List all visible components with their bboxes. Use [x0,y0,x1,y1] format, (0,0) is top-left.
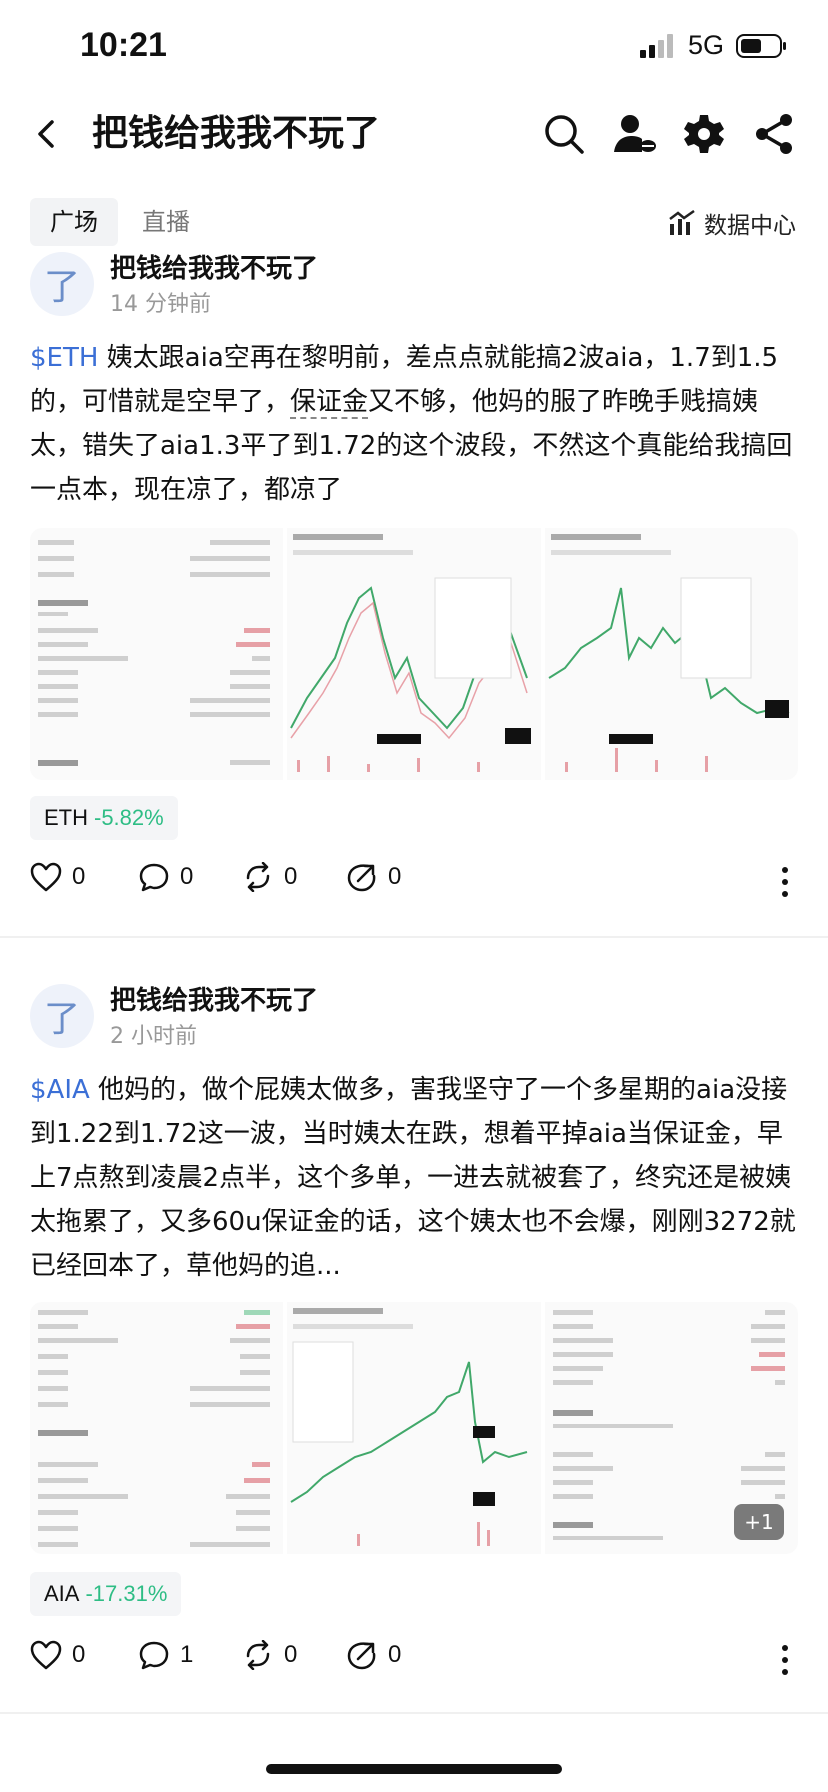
data-center-link[interactable]: 数据中心 [668,206,796,240]
forward-icon [347,864,376,892]
back-arrow-icon[interactable] [26,114,66,154]
coin-chip[interactable]: AIA -17.31% [30,1572,182,1616]
screenshot-image[interactable] [544,528,798,780]
post-time: 14 分钟前 [110,292,211,317]
coin-symbol: ETH [44,805,88,830]
home-indicator [266,1764,562,1774]
forward-icon [347,1642,376,1670]
screenshot-image[interactable] [30,1302,284,1554]
comment-icon [139,863,169,892]
coin-change: -17.31% [85,1581,168,1606]
repost-icon [246,1640,270,1670]
more-icon[interactable] [770,862,800,902]
post-text[interactable]: $ETH 姨太跟aia空再在黎明前，差点点就能搞2波aia，1.7到1.5的，可… [30,336,800,512]
search-icon[interactable] [542,112,586,156]
coin-tag[interactable]: $ETH [30,343,98,373]
tab-square[interactable]: 广场 [30,198,118,246]
comment-button[interactable]: 1 [138,1640,193,1670]
coin-change: -5.82% [94,805,164,830]
avatar[interactable]: 了 [30,252,94,316]
gear-icon[interactable] [682,112,726,156]
more-images-badge[interactable]: +1 [733,1504,784,1540]
post-divider [0,936,828,938]
image-gallery[interactable]: +1 [30,1302,798,1554]
coin-tag[interactable]: $AIA [30,1075,90,1105]
repost-count: 0 [284,863,298,890]
forward-count: 0 [388,1641,402,1668]
repost-button[interactable]: 0 [242,862,297,892]
tab-live[interactable]: 直播 [142,198,212,246]
repost-icon [246,862,270,892]
forward-count: 0 [388,863,402,890]
screenshot-image[interactable] [287,528,541,780]
forward-button[interactable]: 0 [346,862,401,892]
repost-button[interactable]: 0 [242,1640,297,1670]
repost-count: 0 [284,1641,298,1668]
network-label: 5G [687,30,724,60]
like-button[interactable]: 0 [30,862,85,892]
post-text[interactable]: $AIA 他妈的，做个屁姨太做多，害我坚守了一个多星期的aia没接到1.22到1… [30,1068,800,1288]
like-count: 0 [72,1641,86,1668]
status-time: 10:21 [80,26,167,64]
comment-icon [139,1641,169,1670]
post-actions: 0 0 0 0 [30,862,800,902]
screenshot-image[interactable] [287,1302,541,1554]
data-center-label: 数据中心 [704,213,796,239]
image-gallery[interactable] [30,528,798,780]
comment-button[interactable]: 0 [138,862,193,892]
glossary-term[interactable]: 保证金 [290,387,369,419]
like-button[interactable]: 0 [30,1640,85,1670]
top-nav-bar: 把钱给我我不玩了 [0,96,828,172]
page-title: 把钱给我我不玩了 [92,113,381,154]
more-icon[interactable] [770,1640,800,1680]
author-name[interactable]: 把钱给我我不玩了 [110,980,318,1017]
coin-symbol: AIA [44,1581,80,1606]
forward-button[interactable]: 0 [346,1640,401,1670]
post-text-part: 他妈的，做个屁姨太做多，害我坚守了一个多星期的aia没接到1.22到1.72这一… [30,1075,796,1281]
comment-count: 0 [180,863,194,890]
author-name[interactable]: 把钱给我我不玩了 [110,248,318,285]
screenshot-image[interactable] [30,528,284,780]
avatar[interactable]: 了 [30,984,94,1048]
post-actions: 0 1 0 0 [30,1640,800,1680]
like-count: 0 [72,863,86,890]
heart-icon [30,862,62,892]
screenshot-image[interactable]: +1 [544,1302,798,1554]
heart-icon [30,1640,62,1670]
share-icon[interactable] [752,112,796,156]
comment-count: 1 [180,1641,194,1668]
user-icon[interactable] [612,112,656,156]
coin-chip[interactable]: ETH -5.82% [30,796,178,840]
signal-icon [639,33,673,58]
battery-icon [736,33,786,58]
post-time: 2 小时前 [110,1024,197,1049]
status-indicators: 5G [639,30,788,61]
post-divider [0,1712,828,1714]
chart-icon [669,210,695,235]
